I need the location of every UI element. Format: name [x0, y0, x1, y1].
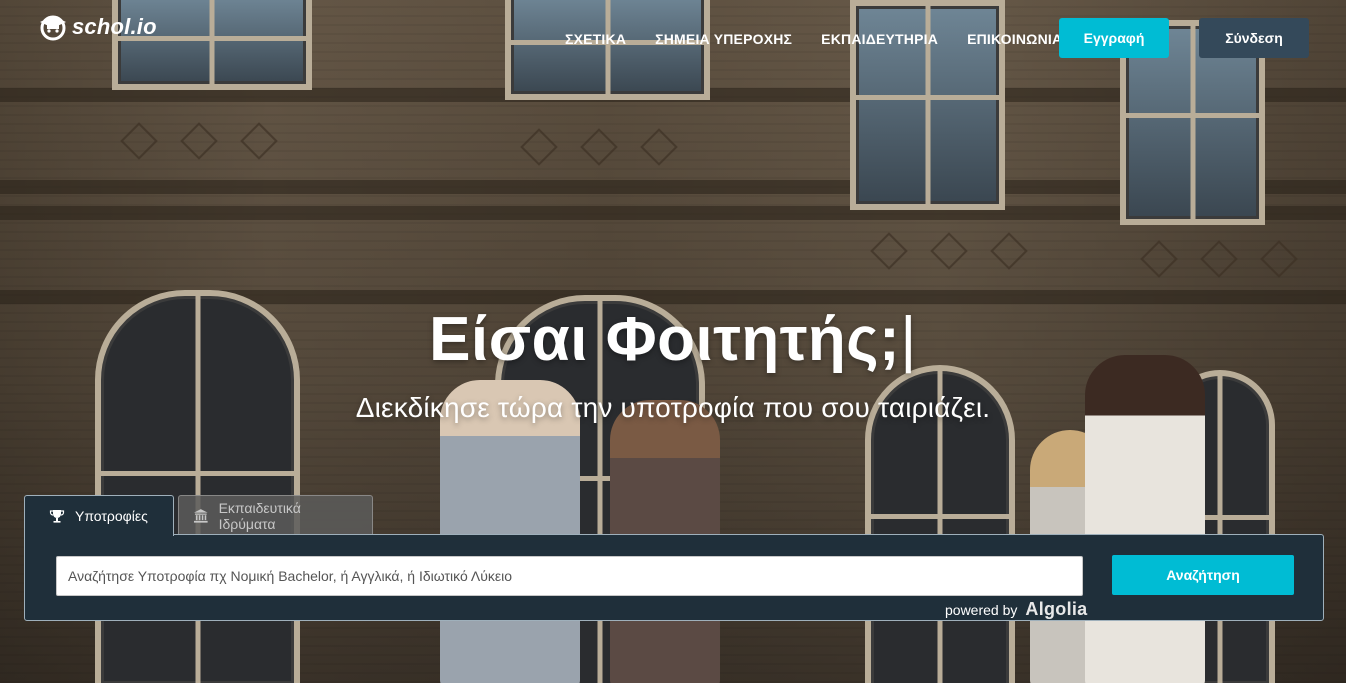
search-panel: Αναζήτηση powered by Algolia: [24, 534, 1324, 621]
hero-subtitle: Διεκδίκησε τώρα την υποτροφία που σου τα…: [355, 392, 991, 423]
login-button[interactable]: Σύνδεση: [1199, 18, 1309, 58]
powered-by-algolia[interactable]: powered by Algolia: [945, 599, 1088, 620]
brand-name: schol.io: [72, 14, 157, 39]
main-menu: ΣΧΕΤΙΚΑ ΣΗΜΕΙΑ ΥΠΕΡΟΧΗΣ ΕΚΠΑΙΔΕΥΤΗΡΙΑ ΕΠ…: [565, 31, 1091, 47]
hero-title: Είσαι Φοιτητής;|: [0, 304, 1346, 375]
nav-link-about[interactable]: ΣΧΕΤΙΚΑ: [565, 31, 626, 47]
trophy-icon: [49, 510, 65, 523]
nav-link-schools[interactable]: ΕΚΠΑΙΔΕΥΤΗΡΙΑ: [821, 31, 938, 47]
tab-institutions-label: Εκπαιδευτικά Ιδρύματα: [218, 499, 301, 532]
tab-scholarships-label: Υποτροφίες: [75, 508, 148, 524]
hero-title-text: Είσαι Φοιτητής;: [429, 305, 901, 374]
graduation-cap-logo-icon: [40, 15, 66, 41]
search-input[interactable]: [56, 556, 1083, 596]
algolia-logo: Algolia: [1025, 599, 1088, 619]
top-navigation: schol.io ΣΧΕΤΙΚΑ ΣΗΜΕΙΑ ΥΠΕΡΟΧΗΣ ΕΚΠΑΙΔΕ…: [0, 0, 1346, 80]
search-button[interactable]: Αναζήτηση: [1112, 555, 1294, 595]
nav-link-contact[interactable]: ΕΠΙΚΟΙΝΩΝΙΑ: [967, 31, 1062, 47]
institution-icon: [193, 508, 208, 523]
nav-link-highlights[interactable]: ΣΗΜΕΙΑ ΥΠΕΡΟΧΗΣ: [655, 31, 792, 47]
typing-cursor: |: [900, 305, 917, 374]
powered-by-label: powered by: [945, 601, 1018, 618]
register-button[interactable]: Εγγραφή: [1059, 18, 1169, 58]
tab-institutions[interactable]: Εκπαιδευτικά Ιδρύματα: [178, 495, 373, 535]
tab-scholarships[interactable]: Υποτροφίες: [24, 495, 174, 536]
brand-logo[interactable]: schol.io: [38, 12, 157, 42]
